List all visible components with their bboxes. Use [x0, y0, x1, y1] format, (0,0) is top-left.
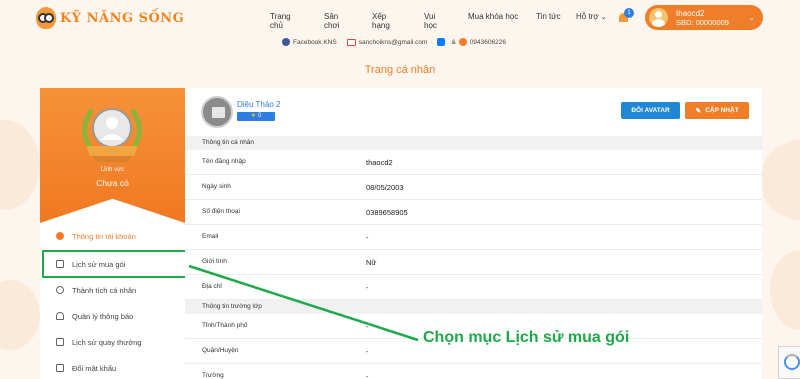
annotation-text: Chọn mục Lịch sử mua gói — [423, 329, 630, 346]
annotation-arrow — [188, 264, 419, 342]
recaptcha-badge[interactable] — [778, 346, 800, 379]
